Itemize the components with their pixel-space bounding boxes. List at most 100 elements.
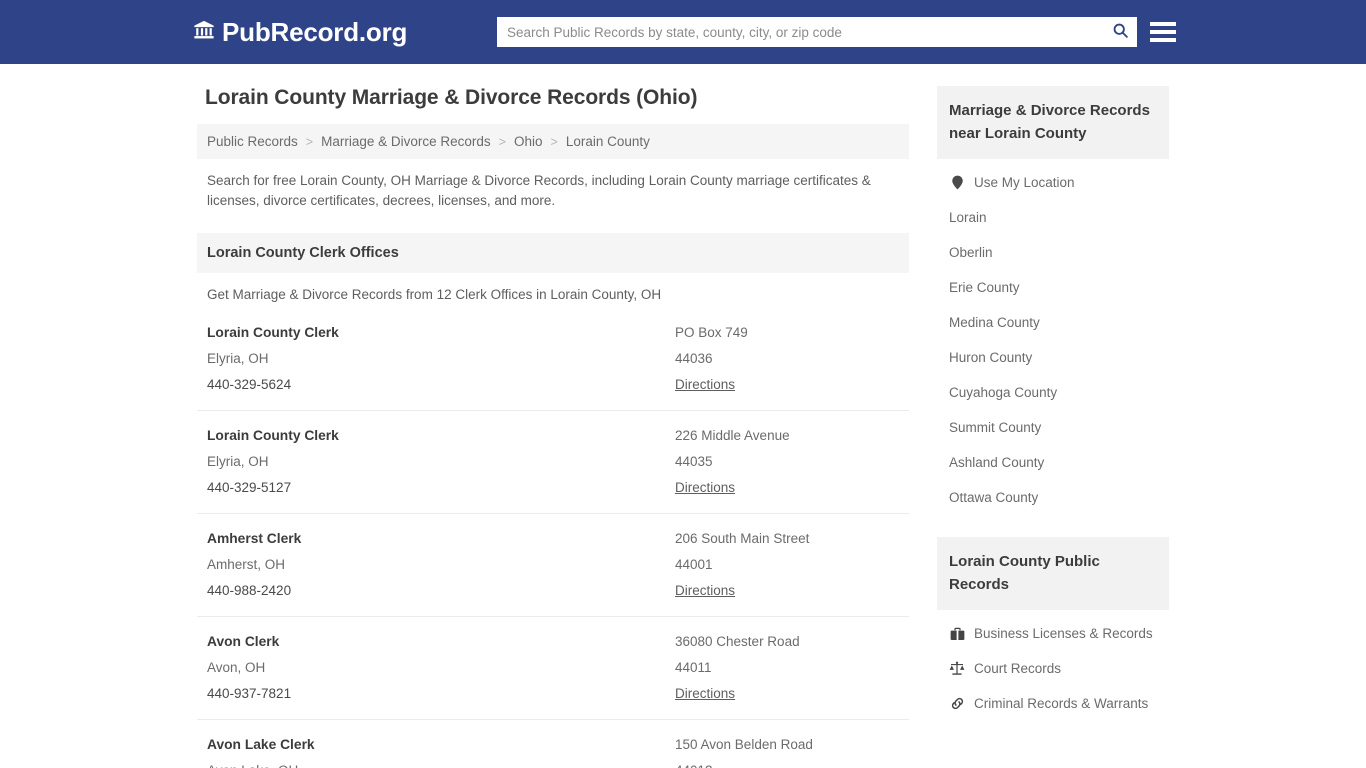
office-left-col: Avon Clerk Avon, OH 440-937-7821 [207, 633, 675, 702]
sidebar-nearby-list: Use My Location Lorain Oberlin Erie Coun… [937, 159, 1169, 515]
office-address: 226 Middle Avenue [675, 428, 790, 443]
directions-link[interactable]: Directions [675, 480, 735, 495]
search-bar [497, 17, 1137, 47]
sidebar-item-label: Lorain [949, 210, 987, 225]
main-content: Lorain County Marriage & Divorce Records… [197, 86, 909, 768]
directions-link[interactable]: Directions [675, 583, 735, 598]
office-city-state: Amherst, OH [207, 557, 286, 572]
sidebar-item-label: Use My Location [974, 175, 1075, 190]
sidebar-heading-public-records: Lorain County Public Records [937, 537, 1169, 610]
table-row: Avon Lake Clerk Avon Lake, OH 440-930-41… [197, 720, 909, 768]
office-phone[interactable]: 440-329-5127 [207, 479, 675, 496]
search-input[interactable] [497, 18, 1103, 46]
sidebar-item-summit-county[interactable]: Summit County [937, 410, 1169, 445]
office-name: Avon Clerk [207, 634, 280, 649]
breadcrumb: Public Records > Marriage & Divorce Reco… [197, 124, 909, 159]
sidebar-item-label: Court Records [974, 661, 1062, 676]
section-subtitle: Get Marriage & Divorce Records from 12 C… [207, 287, 662, 302]
table-row: Avon Clerk Avon, OH 440-937-7821 36080 C… [197, 617, 909, 720]
hamburger-menu-icon-bar [1150, 30, 1176, 34]
breadcrumb-item-ohio[interactable]: Ohio [514, 134, 543, 149]
office-name: Lorain County Clerk [207, 428, 339, 443]
office-left-col: Avon Lake Clerk Avon Lake, OH 440-930-41… [207, 736, 675, 768]
office-right-col: PO Box 749 44036 Directions [675, 324, 899, 393]
site-header: PubRecord.org [0, 0, 1366, 64]
office-name: Avon Lake Clerk [207, 737, 315, 752]
office-phone[interactable]: 440-988-2420 [207, 582, 675, 599]
site-logo[interactable]: PubRecord.org [193, 19, 407, 46]
page-body: Lorain County Marriage & Divorce Records… [0, 64, 1366, 768]
sidebar-item-huron-county[interactable]: Huron County [937, 340, 1169, 375]
sidebar-item-label: Criminal Records & Warrants [974, 696, 1149, 711]
sidebar-item-criminal-records[interactable]: Criminal Records & Warrants [937, 686, 1169, 721]
sidebar-item-label: Huron County [949, 350, 1033, 365]
office-zip: 44035 [675, 454, 713, 469]
bank-icon [193, 19, 215, 46]
sidebar-item-use-my-location[interactable]: Use My Location [937, 165, 1169, 200]
breadcrumb-separator: > [305, 134, 314, 149]
sidebar-item-label: Ashland County [949, 455, 1045, 470]
sidebar-item-erie-county[interactable]: Erie County [937, 270, 1169, 305]
office-address: 206 South Main Street [675, 531, 810, 546]
balance-scale-icon [949, 661, 965, 677]
sidebar-public-records-list: Business Licenses & Records Court Record… [937, 610, 1169, 721]
sidebar-item-ottawa-county[interactable]: Ottawa County [937, 480, 1169, 515]
handcuffs-icon [949, 696, 965, 712]
office-right-col: 36080 Chester Road 44011 Directions [675, 633, 899, 702]
office-left-col: Amherst Clerk Amherst, OH 440-988-2420 [207, 530, 675, 599]
sidebar-item-medina-county[interactable]: Medina County [937, 305, 1169, 340]
sidebar-item-oberlin[interactable]: Oberlin [937, 235, 1169, 270]
sidebar-item-lorain[interactable]: Lorain [937, 200, 1169, 235]
office-right-col: 206 South Main Street 44001 Directions [675, 530, 899, 599]
hamburger-menu-icon-bar [1150, 22, 1176, 26]
section-heading-clerk-offices: Lorain County Clerk Offices [197, 233, 909, 273]
office-city-state: Avon Lake, OH [207, 762, 675, 768]
office-phone[interactable]: 440-329-5624 [207, 376, 675, 393]
sidebar: Marriage & Divorce Records near Lorain C… [937, 86, 1169, 768]
breadcrumb-item-lorain-county[interactable]: Lorain County [566, 134, 650, 149]
sidebar-item-label: Cuyahoga County [949, 385, 1058, 400]
office-left-col: Lorain County Clerk Elyria, OH 440-329-5… [207, 427, 675, 496]
office-zip: 44036 [675, 351, 713, 366]
hamburger-menu-button[interactable] [1150, 18, 1176, 46]
sidebar-item-label: Medina County [949, 315, 1040, 330]
office-phone[interactable]: 440-937-7821 [207, 685, 675, 702]
sidebar-item-label: Ottawa County [949, 490, 1039, 505]
directions-link[interactable]: Directions [675, 686, 735, 701]
directions-link[interactable]: Directions [675, 377, 735, 392]
search-button[interactable] [1103, 18, 1137, 46]
sidebar-item-business-licenses[interactable]: Business Licenses & Records [937, 616, 1169, 651]
sidebar-item-ashland-county[interactable]: Ashland County [937, 445, 1169, 480]
page-intro-text: Search for free Lorain County, OH Marria… [207, 173, 871, 208]
office-city-state: Elyria, OH [207, 454, 269, 469]
sidebar-item-label: Summit County [949, 420, 1042, 435]
briefcase-icon [949, 626, 965, 642]
sidebar-item-court-records[interactable]: Court Records [937, 651, 1169, 686]
sidebar-item-label: Business Licenses & Records [974, 626, 1153, 641]
sidebar-heading-nearby: Marriage & Divorce Records near Lorain C… [937, 86, 1169, 159]
table-row: Amherst Clerk Amherst, OH 440-988-2420 2… [197, 514, 909, 617]
office-address: 150 Avon Belden Road [675, 737, 813, 752]
table-row: Lorain County Clerk Elyria, OH 440-329-5… [197, 308, 909, 411]
office-address: 36080 Chester Road [675, 634, 800, 649]
office-name: Amherst Clerk [207, 531, 302, 546]
office-zip: 44012 [675, 762, 899, 768]
table-row: Lorain County Clerk Elyria, OH 440-329-5… [197, 411, 909, 514]
map-pin-icon [949, 175, 965, 191]
office-address: PO Box 749 [675, 325, 748, 340]
office-left-col: Lorain County Clerk Elyria, OH 440-329-5… [207, 324, 675, 393]
sidebar-item-label: Oberlin [949, 245, 993, 260]
office-right-col: 226 Middle Avenue 44035 Directions [675, 427, 899, 496]
search-icon [1112, 22, 1129, 42]
site-logo-text: PubRecord.org [222, 17, 408, 47]
breadcrumb-item-marriage-divorce-records[interactable]: Marriage & Divorce Records [321, 134, 491, 149]
clerk-office-list: Lorain County Clerk Elyria, OH 440-329-5… [197, 308, 909, 768]
office-right-col: 150 Avon Belden Road 44012 Directions [675, 736, 899, 768]
breadcrumb-item-public-records[interactable]: Public Records [207, 134, 298, 149]
office-city-state: Avon, OH [207, 660, 266, 675]
breadcrumb-separator: > [550, 134, 558, 149]
sidebar-item-label: Erie County [949, 280, 1020, 295]
sidebar-item-cuyahoga-county[interactable]: Cuyahoga County [937, 375, 1169, 410]
page-title: Lorain County Marriage & Divorce Records… [205, 86, 698, 109]
office-zip: 44011 [675, 660, 712, 675]
